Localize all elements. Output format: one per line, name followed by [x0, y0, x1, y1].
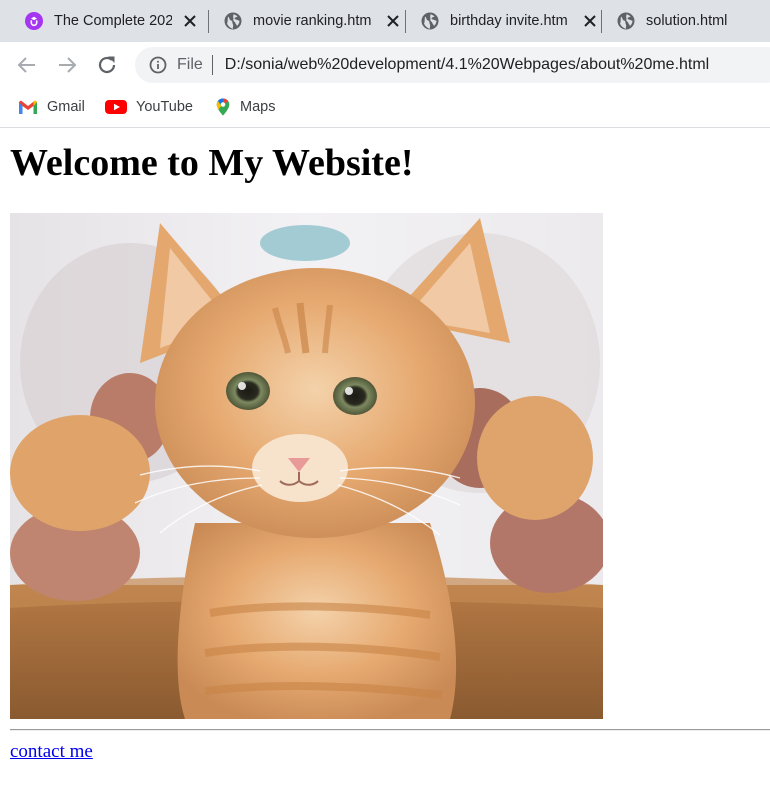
- globe-icon: [224, 12, 242, 30]
- bookmarks-bar: Gmail YouTube Maps: [0, 89, 770, 128]
- kitten-photo: [10, 213, 603, 719]
- bookmark-label: Maps: [240, 99, 276, 115]
- bookmark-label: Gmail: [47, 99, 85, 115]
- bookmark-youtube[interactable]: YouTube: [105, 96, 193, 118]
- youtube-icon: [105, 100, 127, 114]
- maps-icon: [216, 98, 230, 116]
- tab-separator: [405, 10, 406, 33]
- divider: [10, 729, 770, 731]
- tab-udemy[interactable]: The Complete 202: [25, 0, 197, 42]
- page-content: Welcome to My Website! contact me: [0, 129, 770, 794]
- gmail-icon: [19, 100, 37, 114]
- close-icon[interactable]: [583, 14, 597, 28]
- bookmark-gmail[interactable]: Gmail: [18, 96, 85, 118]
- url-scheme-label: File: [177, 56, 203, 73]
- tab-title: movie ranking.htm: [253, 13, 372, 29]
- url-text[interactable]: D:/sonia/web%20development/4.1%20Webpage…: [225, 56, 709, 74]
- tab-title: The Complete 202: [54, 13, 172, 29]
- address-bar[interactable]: File D:/sonia/web%20development/4.1%20We…: [135, 47, 770, 83]
- tab-separator: [208, 10, 209, 33]
- url-divider: [211, 55, 213, 75]
- tab-title: solution.html: [646, 13, 728, 29]
- udemy-icon: [25, 12, 43, 30]
- info-icon[interactable]: [149, 56, 167, 74]
- forward-arrow-icon[interactable]: [55, 53, 79, 77]
- close-icon[interactable]: [386, 14, 400, 28]
- globe-icon: [617, 12, 635, 30]
- back-arrow-icon[interactable]: [15, 53, 39, 77]
- bookmark-label: YouTube: [136, 99, 193, 115]
- tab-strip: The Complete 202 movie ranking.htm birth…: [0, 0, 770, 42]
- close-icon[interactable]: [183, 14, 197, 28]
- tab-separator: [601, 10, 602, 33]
- tab-solution[interactable]: solution.html: [617, 0, 770, 42]
- reload-icon[interactable]: [95, 53, 119, 77]
- page-heading: Welcome to My Website!: [10, 142, 414, 184]
- tab-title: birthday invite.htm: [450, 13, 568, 29]
- contact-me-link[interactable]: contact me: [10, 741, 93, 763]
- browser-toolbar: File D:/sonia/web%20development/4.1%20We…: [0, 42, 770, 89]
- tab-birthday-invite[interactable]: birthday invite.htm: [421, 0, 597, 42]
- globe-icon: [421, 12, 439, 30]
- bookmark-maps[interactable]: Maps: [215, 96, 275, 118]
- tab-movie-ranking[interactable]: movie ranking.htm: [224, 0, 400, 42]
